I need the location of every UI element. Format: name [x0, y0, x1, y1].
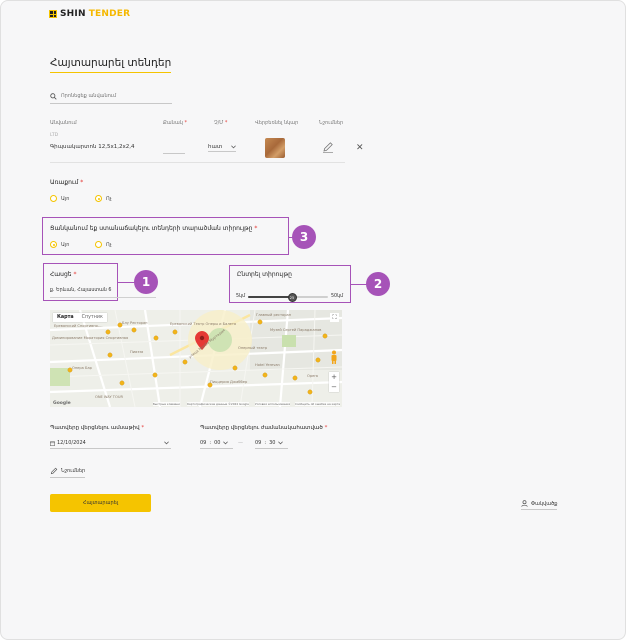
radio-icon: [50, 195, 57, 202]
time-end-underline: [255, 448, 288, 449]
pickup-time-start[interactable]: 09:00: [200, 440, 229, 446]
row-category: LTD: [50, 133, 59, 138]
app-frame: SHINTENDER Հայտարարել տենդեր Անվանում Քա…: [0, 0, 626, 640]
pickup-time-label: Պատվերը վերցնելու ժամանակահատված *: [200, 425, 328, 431]
highlight-connector-1: [118, 282, 135, 283]
time-separator: —: [238, 440, 243, 446]
map-tab-satellite[interactable]: Спутник: [78, 313, 107, 322]
visibility-option-no[interactable]: Ոչ: [95, 241, 112, 248]
radius-label: Ընտրել տիրույթը: [237, 271, 292, 278]
pencil-icon[interactable]: [322, 141, 334, 153]
map-zoom-controls: + −: [329, 372, 339, 392]
brand-logo[interactable]: SHIN TENDER: [49, 9, 130, 19]
zoom-out-icon[interactable]: −: [329, 382, 339, 392]
time-end-hour[interactable]: 09: [255, 440, 261, 446]
remove-row-close-icon[interactable]: ✕: [356, 143, 364, 153]
address-label: Հասցե *: [50, 271, 77, 278]
map-attribution: Быстрые клавиши Картографические данные …: [153, 402, 341, 406]
location-map[interactable]: Карта Спутник ⛶ + − Ереванский Спортивно…: [50, 310, 342, 407]
unit-value: հատ: [208, 143, 223, 150]
address-input[interactable]: ք. Երևան, Հայաստան 6: [50, 288, 111, 293]
step-marker-1: 1: [134, 270, 158, 294]
time-start-hour[interactable]: 09: [200, 440, 206, 446]
column-header-name: Անվանում: [50, 120, 77, 126]
exit-label: Փակվածք: [531, 500, 558, 507]
calendar-icon: [50, 440, 55, 446]
add-note-button[interactable]: Նշումներ: [50, 467, 86, 478]
delivery-option-no[interactable]: Ոչ: [95, 195, 112, 202]
highlight-box-3: [42, 217, 289, 255]
map-tab-map[interactable]: Карта: [53, 313, 78, 322]
search-field[interactable]: [50, 89, 172, 104]
chevron-down-icon: [223, 441, 229, 445]
visibility-option-yes[interactable]: Այո: [50, 241, 69, 248]
map-label: Доминирование Моратория Спортивная: [52, 336, 129, 340]
logo-text-secondary: TENDER: [88, 9, 131, 19]
column-header-qty: Քանակ *: [163, 120, 187, 126]
pencil-icon: [50, 467, 58, 475]
radius-max: 50կմ: [331, 294, 344, 299]
pickup-date-input[interactable]: 12/10/2024: [50, 440, 86, 446]
column-header-unit: Չ/Մ *: [214, 120, 228, 126]
radius-slider-fill: [248, 296, 292, 298]
product-image[interactable]: [265, 138, 285, 158]
quantity-input[interactable]: [163, 153, 185, 154]
zoom-in-icon[interactable]: +: [329, 372, 339, 382]
search-input[interactable]: [61, 93, 161, 99]
chevron-down-icon: [164, 441, 169, 445]
chevron-down-icon: [278, 441, 284, 445]
delivery-option-yes[interactable]: Այո: [50, 195, 69, 202]
column-header-edit: Նշումներ: [319, 120, 344, 126]
logo-text-primary: SHIN: [60, 9, 86, 19]
page-title: Հայտարարել տենդեր: [50, 57, 172, 73]
map-label: Опера Бар: [72, 366, 92, 370]
map-label: Opera: [307, 374, 319, 378]
unit-select[interactable]: հատ: [208, 142, 236, 152]
address-underline: [50, 297, 156, 298]
pickup-date-underline: [50, 448, 171, 449]
row-product-name: Գիպսակարտոն 12,5x1,2x2,4: [50, 144, 135, 150]
radius-slider-handle[interactable]: 25: [287, 293, 297, 302]
delivery-label: Առաքում *: [50, 179, 84, 186]
map-label: ONE WAY TOUR: [95, 395, 123, 399]
map-label: Ереванский Театр Оперы и Балета: [170, 322, 237, 326]
map-label: Музей Сергей Параджанов: [270, 328, 322, 332]
map-label: Пиццерия Джаббер: [210, 380, 248, 384]
map-label: Оперный театр: [238, 346, 268, 350]
visibility-label: Ցանկանում եք ստանաճակելու տենդերի տարածմ…: [50, 225, 258, 232]
chevron-down-icon: [231, 144, 236, 148]
search-icon: [50, 92, 57, 100]
map-label: Ереванский Спортивно-...: [54, 324, 103, 328]
pickup-date-label: Պատվերը վերցնելու ամսաթիվ *: [50, 425, 145, 431]
radius-min: 5կմ: [236, 294, 246, 299]
user-icon: [521, 500, 528, 507]
step-marker-2: 2: [366, 272, 390, 296]
time-start-underline: [200, 448, 233, 449]
street-view-person-icon[interactable]: [329, 350, 339, 364]
time-start-minute[interactable]: 00: [214, 440, 220, 446]
pickup-date-value: 12/10/2024: [57, 440, 86, 446]
radio-checked-icon: [50, 241, 57, 248]
radio-checked-icon: [95, 195, 102, 202]
logo-icon: [49, 10, 57, 18]
table-divider: [50, 162, 345, 163]
map-label: Пиазза: [130, 350, 144, 354]
time-end-minute[interactable]: 30: [269, 440, 275, 446]
exit-button[interactable]: Փակվածք: [521, 500, 558, 510]
highlight-box-1: [43, 263, 118, 301]
highlight-connector-2: [351, 284, 367, 285]
fullscreen-icon[interactable]: ⛶: [330, 313, 339, 322]
radio-icon: [95, 241, 102, 248]
map-label: Hotel Yerevan: [255, 363, 280, 367]
step-marker-3: 3: [292, 225, 316, 249]
map-label: Главный ресторан: [256, 313, 292, 317]
map-label: Блу Ресторан: [122, 321, 148, 325]
add-note-label: Նշումներ: [61, 468, 86, 474]
column-header-image: Վերբեռնել նկար: [255, 120, 299, 126]
submit-tender-button[interactable]: Հայտարարել: [50, 494, 151, 512]
pickup-time-end[interactable]: 09:30: [255, 440, 284, 446]
map-type-tabs: Карта Спутник: [53, 313, 107, 322]
